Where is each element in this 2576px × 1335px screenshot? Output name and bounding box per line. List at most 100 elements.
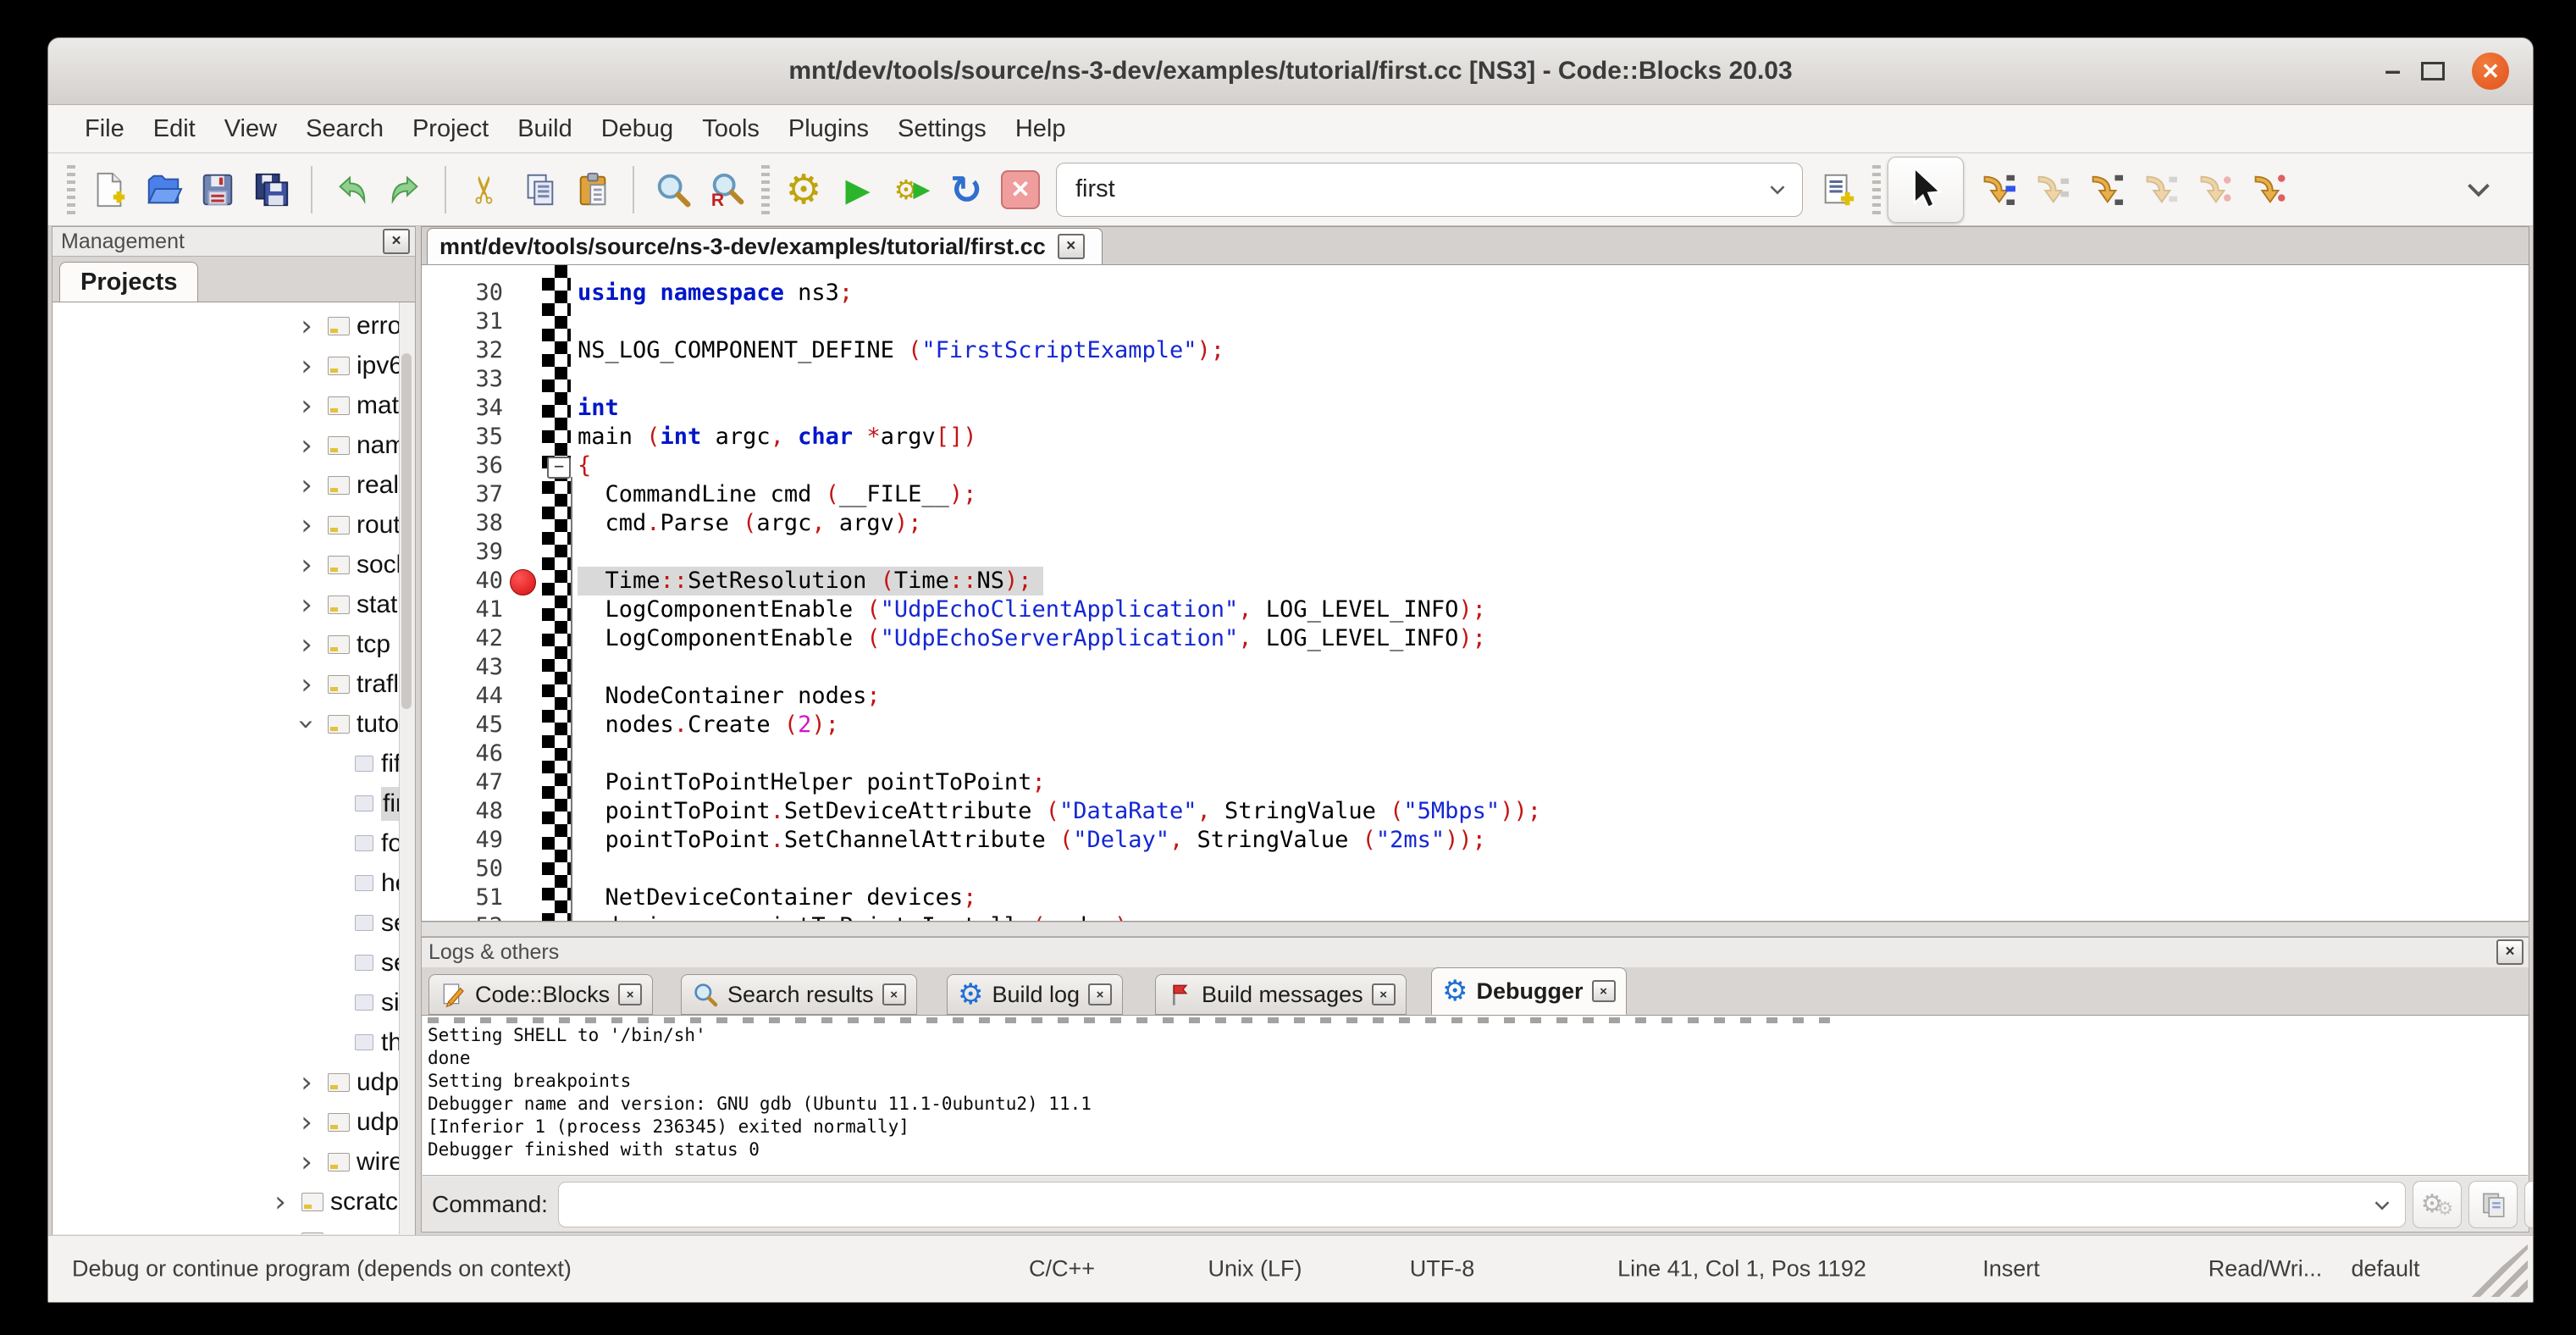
line-number[interactable]: 41 [422, 595, 503, 624]
tree-item-se[interactable]: se [53, 943, 400, 983]
menu-tools[interactable]: Tools [688, 110, 774, 148]
tree-item-sock[interactable]: ›sock [53, 545, 400, 584]
expand-arrow-icon[interactable]: › [269, 1225, 291, 1235]
tree-item-wire[interactable]: ›wire [53, 1142, 400, 1182]
line-number[interactable]: 50 [422, 855, 503, 884]
tree-item-fir-selected[interactable]: fir [53, 784, 400, 823]
copy-button[interactable] [512, 160, 567, 219]
log-tab-close-icon[interactable]: × [882, 983, 906, 1005]
toolbar-overflow-button[interactable] [2452, 160, 2506, 219]
paste-button[interactable] [567, 160, 621, 219]
tree-item-reall[interactable]: ›reall [53, 465, 400, 505]
redo-button[interactable] [379, 160, 433, 219]
search-options-button[interactable] [1811, 160, 1866, 219]
menu-plugins[interactable]: Plugins [774, 110, 883, 148]
tree-item-erro[interactable]: ›erro [53, 306, 400, 346]
tab-projects[interactable]: Projects [59, 262, 198, 302]
save-button[interactable] [191, 160, 245, 219]
tree-item-rout[interactable]: ›rout [53, 505, 400, 545]
line-number[interactable]: 36 [422, 451, 503, 480]
step-out-button[interactable] [2131, 160, 2186, 219]
tree-item-fo[interactable]: fo [53, 823, 400, 863]
line-number[interactable]: 48 [422, 797, 503, 826]
line-number[interactable]: 39 [422, 538, 503, 567]
editor-horizontal-scrollbar[interactable] [421, 922, 2529, 937]
expand-arrow-icon[interactable]: › [296, 1105, 318, 1139]
toolbar-grip[interactable] [67, 165, 75, 214]
log-tab-build-log[interactable]: ⚙Build log× [947, 974, 1123, 1015]
menu-project[interactable]: Project [398, 110, 503, 148]
menu-file[interactable]: File [70, 110, 139, 148]
line-number[interactable]: 31 [422, 307, 503, 336]
line-number[interactable]: 49 [422, 826, 503, 855]
menu-debug[interactable]: Debug [587, 110, 688, 148]
open-file-button[interactable] [136, 160, 191, 219]
log-tab-code-blocks[interactable]: Code::Blocks× [428, 974, 653, 1015]
tree-item-src[interactable]: ›src [53, 1221, 400, 1234]
fold-collapse-icon[interactable]: − [547, 457, 571, 479]
expand-arrow-icon[interactable]: › [296, 309, 318, 343]
step-into-button[interactable] [2077, 160, 2131, 219]
tree-item-scratcl[interactable]: ›scratcl [53, 1182, 400, 1221]
tree-scrollbar-thumb[interactable] [401, 353, 412, 709]
line-number[interactable]: 30 [422, 279, 503, 307]
tree-item-tuto[interactable]: ›tuto [53, 704, 400, 744]
find-button[interactable] [646, 160, 700, 219]
step-into-instruction-button[interactable] [2240, 160, 2294, 219]
close-button[interactable]: ✕ [2472, 53, 2509, 90]
editor-tab-first-cc[interactable]: mnt/dev/tools/source/ns-3-dev/examples/t… [427, 228, 1103, 264]
tree-item-nam[interactable]: ›nam [53, 425, 400, 465]
toolbar-grip[interactable] [1872, 165, 1881, 214]
expand-arrow-icon[interactable]: › [296, 468, 318, 502]
title-bar[interactable]: mnt/dev/tools/source/ns-3-dev/examples/t… [48, 38, 2533, 105]
maximize-button[interactable] [2421, 62, 2445, 80]
tree-item-th[interactable]: th [53, 1022, 400, 1062]
collapse-arrow-icon[interactable]: › [290, 713, 323, 735]
line-number[interactable]: 34 [422, 394, 503, 423]
expand-arrow-icon[interactable]: › [296, 389, 318, 423]
line-number[interactable]: 33 [422, 365, 503, 394]
line-number[interactable]: 32 [422, 336, 503, 365]
line-number[interactable]: 35 [422, 423, 503, 451]
debugger-log[interactable]: Setting SHELL to '/bin/sh'doneSetting br… [423, 1016, 2528, 1176]
copy-log-button[interactable] [2468, 1181, 2518, 1228]
expand-arrow-icon[interactable]: › [296, 508, 318, 542]
tree-item-fif[interactable]: fif [53, 744, 400, 784]
expand-arrow-icon[interactable]: › [296, 668, 318, 701]
tree-item-trafl[interactable]: ›trafl [53, 664, 400, 704]
resize-grip[interactable] [2467, 1244, 2528, 1297]
tree-item-se[interactable]: se [53, 903, 400, 943]
abort-button[interactable]: ✕ [993, 160, 1048, 219]
line-number[interactable]: 42 [422, 624, 503, 653]
line-number[interactable]: 52 [422, 912, 503, 922]
next-instruction-button[interactable] [2186, 160, 2240, 219]
line-number[interactable]: 43 [422, 653, 503, 682]
expand-arrow-icon[interactable]: › [296, 429, 318, 463]
tree-item-six[interactable]: six [53, 983, 400, 1022]
next-line-button[interactable] [2023, 160, 2077, 219]
log-tab-debugger[interactable]: ⚙Debugger× [1431, 967, 1627, 1015]
expand-arrow-icon[interactable]: › [296, 1145, 318, 1179]
menu-edit[interactable]: Edit [139, 110, 210, 148]
editor-tab-close-icon[interactable]: × [1058, 234, 1085, 259]
command-input[interactable] [558, 1182, 2406, 1227]
breakpoint-icon[interactable] [510, 569, 536, 595]
toolbar-grip[interactable] [761, 165, 770, 214]
tree-item-udp[interactable]: ›udp [53, 1062, 400, 1102]
debug-tools-button[interactable]: ⚙⚙ [2413, 1181, 2462, 1228]
menu-help[interactable]: Help [1001, 110, 1081, 148]
search-combobox[interactable]: first [1056, 163, 1803, 217]
expand-arrow-icon[interactable]: › [296, 588, 318, 622]
tree-item-stat[interactable]: ›stat [53, 584, 400, 624]
build-and-run-button[interactable]: ⚙▶ [885, 160, 939, 219]
code-editor[interactable]: 30using namespace ns3;3132NS_LOG_COMPONE… [421, 265, 2529, 922]
rebuild-button[interactable]: ↻ [939, 160, 993, 219]
line-number[interactable]: 51 [422, 884, 503, 912]
tree-item-tcp[interactable]: ›tcp [53, 624, 400, 664]
line-number[interactable]: 40 [422, 567, 503, 595]
log-tab-close-icon[interactable]: × [1372, 983, 1396, 1005]
tree-scrollbar[interactable] [399, 302, 414, 1234]
save-all-button[interactable] [245, 160, 299, 219]
run-to-cursor-button[interactable] [1969, 160, 2023, 219]
build-button[interactable]: ⚙ [777, 160, 831, 219]
